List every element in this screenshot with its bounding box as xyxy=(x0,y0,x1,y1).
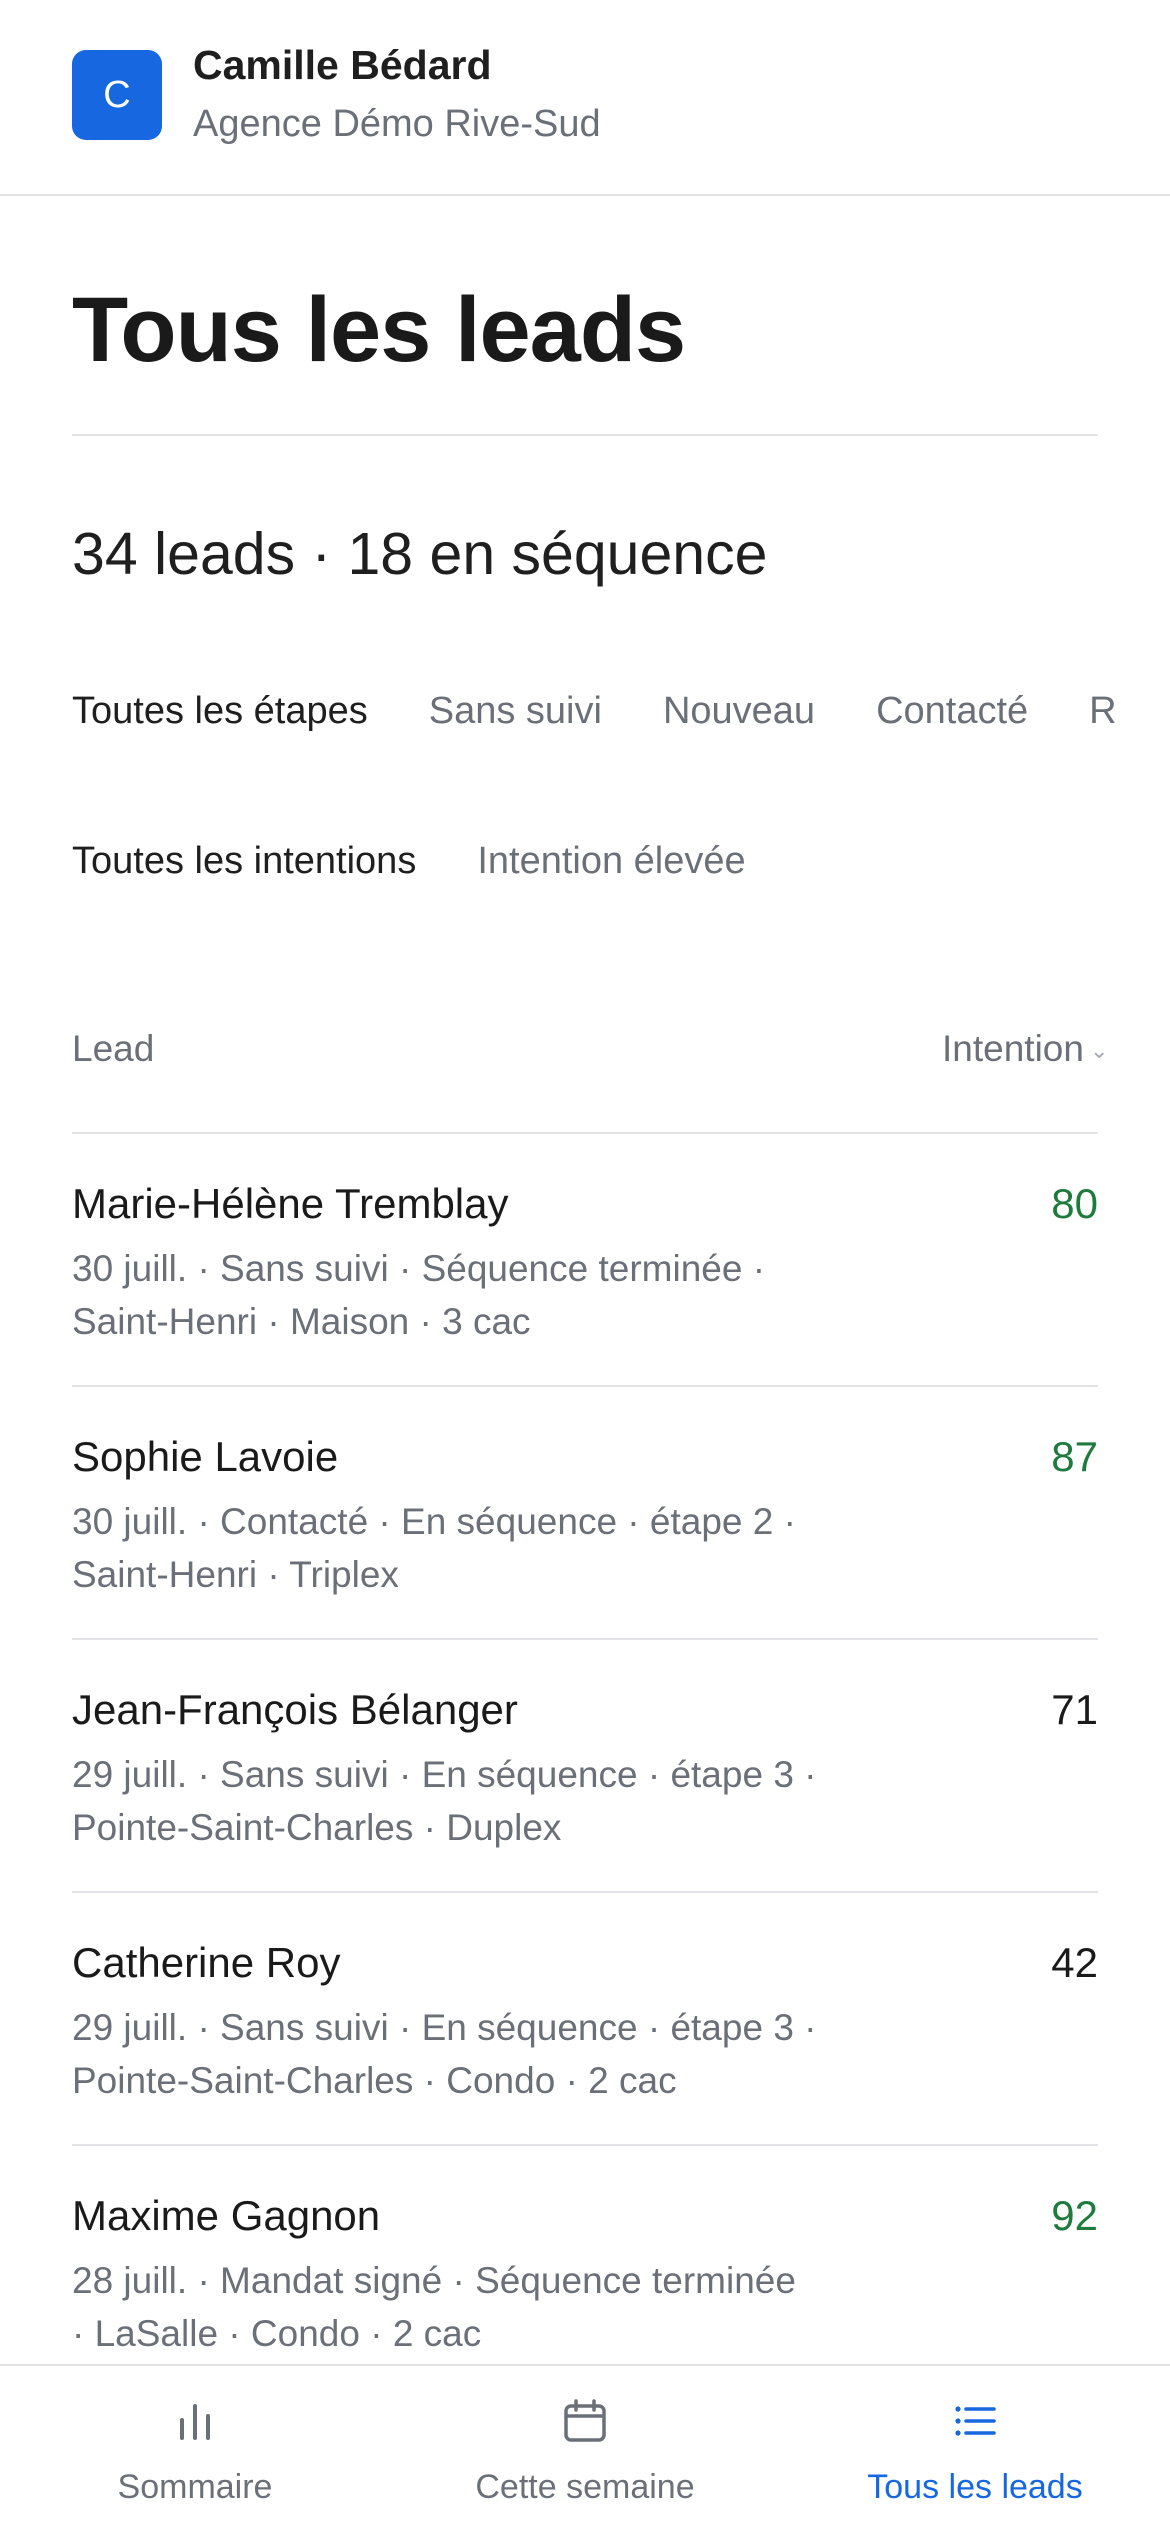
lead-meta-line2: Saint-Henri · Maison · 3 cac xyxy=(72,1301,531,1342)
filter-intent-high[interactable]: Intention élevée xyxy=(477,840,745,883)
lead-intent-score: 87 xyxy=(1051,1433,1098,1480)
tab-tous-les-leads[interactable]: Tous les leads xyxy=(780,2366,1170,2534)
lead-meta-line2: Saint-Henri · Triplex xyxy=(72,1554,399,1595)
lead-name: Catherine Roy xyxy=(72,1939,341,1986)
intent-filter-row: Toutes les intentions Intention élevée xyxy=(72,840,807,883)
lead-meta: 29 juill. · Sans suivi · En séquence · é… xyxy=(72,1748,892,1854)
lead-meta-line1: 29 juill. · Sans suivi · En séquence · é… xyxy=(72,1754,817,1795)
list-icon xyxy=(955,2406,996,2436)
tab-sommaire[interactable]: Sommaire xyxy=(0,2366,390,2534)
lead-meta: 28 juill. · Mandat signé · Séquence term… xyxy=(72,2254,892,2360)
agency-name: Agence Démo Rive-Sud xyxy=(193,103,601,145)
lead-name: Sophie Lavoie xyxy=(72,1433,339,1480)
bar-chart-icon xyxy=(180,2404,210,2440)
lead-row[interactable]: Catherine Roy 42 29 juill. · Sans suivi … xyxy=(72,1893,1098,2146)
user-name: Camille Bédard xyxy=(193,42,492,88)
lead-name: Maxime Gagnon xyxy=(72,2192,381,2239)
bottom-tab-bar: Sommaire Cette semaine Tous les leads xyxy=(0,2364,1170,2532)
filter-intent-all[interactable]: Toutes les intentions xyxy=(72,840,416,883)
tab-label: Cette semaine xyxy=(475,2468,695,2506)
lead-meta-line1: 28 juill. · Mandat signé · Séquence term… xyxy=(72,2260,796,2301)
lead-meta-line1: 30 juill. · Sans suivi · Séquence termin… xyxy=(72,1248,766,1289)
lead-row[interactable]: Sophie Lavoie 87 30 juill. · Contacté · … xyxy=(72,1387,1098,1640)
lead-intent-score: 71 xyxy=(1051,1686,1098,1733)
title-divider xyxy=(72,434,1098,436)
lead-meta-line2: · LaSalle · Condo · 2 cac xyxy=(72,2313,482,2354)
lead-intent-score: 80 xyxy=(1051,1180,1098,1227)
calendar-icon xyxy=(564,2399,606,2442)
chevron-down-icon: ⌄ xyxy=(1089,1038,1109,1064)
avatar[interactable]: C xyxy=(72,50,162,140)
column-header-intent[interactable]: Intention ⌄ xyxy=(942,1028,1108,1070)
filter-stage-nouveau[interactable]: Nouveau xyxy=(663,690,815,733)
lead-name: Marie-Hélène Tremblay xyxy=(72,1180,509,1227)
tab-label: Tous les leads xyxy=(867,2468,1083,2506)
tab-cette-semaine[interactable]: Cette semaine xyxy=(390,2366,780,2534)
lead-row[interactable]: Marie-Hélène Tremblay 80 30 juill. · San… xyxy=(72,1134,1098,1387)
lead-meta-line2: Pointe-Saint-Charles · Duplex xyxy=(72,1807,562,1848)
filter-stage-sans-suivi[interactable]: Sans suivi xyxy=(429,690,602,733)
lead-row[interactable]: Maxime Gagnon 92 28 juill. · Mandat sign… xyxy=(72,2146,1098,2399)
lead-intent-score: 92 xyxy=(1051,2192,1098,2239)
filter-stage-all[interactable]: Toutes les étapes xyxy=(72,690,368,733)
lead-name: Jean-François Bélanger xyxy=(72,1686,518,1733)
leads-summary: 34 leads · 18 en séquence xyxy=(72,521,768,587)
tab-label: Sommaire xyxy=(117,2468,273,2506)
lead-intent-score: 42 xyxy=(1051,1939,1098,1986)
column-header-lead: Lead xyxy=(72,1028,155,1069)
filter-stage-contacte[interactable]: Contacté xyxy=(876,690,1028,733)
column-header-intent-label: Intention xyxy=(942,1028,1084,1069)
lead-meta-line2: Pointe-Saint-Charles · Condo · 2 cac xyxy=(72,2060,677,2101)
lead-meta: 29 juill. · Sans suivi · En séquence · é… xyxy=(72,2001,892,2107)
filter-stage-next[interactable]: R xyxy=(1089,690,1116,733)
page-title: Tous les leads xyxy=(72,279,686,381)
lead-meta-line1: 29 juill. · Sans suivi · En séquence · é… xyxy=(72,2007,817,2048)
lead-meta: 30 juill. · Contacté · En séquence · éta… xyxy=(72,1495,892,1601)
lead-list: Marie-Hélène Tremblay 80 30 juill. · San… xyxy=(72,1134,1098,2399)
lead-meta-line1: 30 juill. · Contacté · En séquence · éta… xyxy=(72,1501,796,1542)
stage-filter-row: Toutes les étapes Sans suivi Nouveau Con… xyxy=(72,690,1170,733)
app-header: C Camille Bédard Agence Démo Rive-Sud xyxy=(0,0,1170,196)
lead-meta: 30 juill. · Sans suivi · Séquence termin… xyxy=(72,1242,892,1348)
lead-row[interactable]: Jean-François Bélanger 71 29 juill. · Sa… xyxy=(72,1640,1098,1893)
